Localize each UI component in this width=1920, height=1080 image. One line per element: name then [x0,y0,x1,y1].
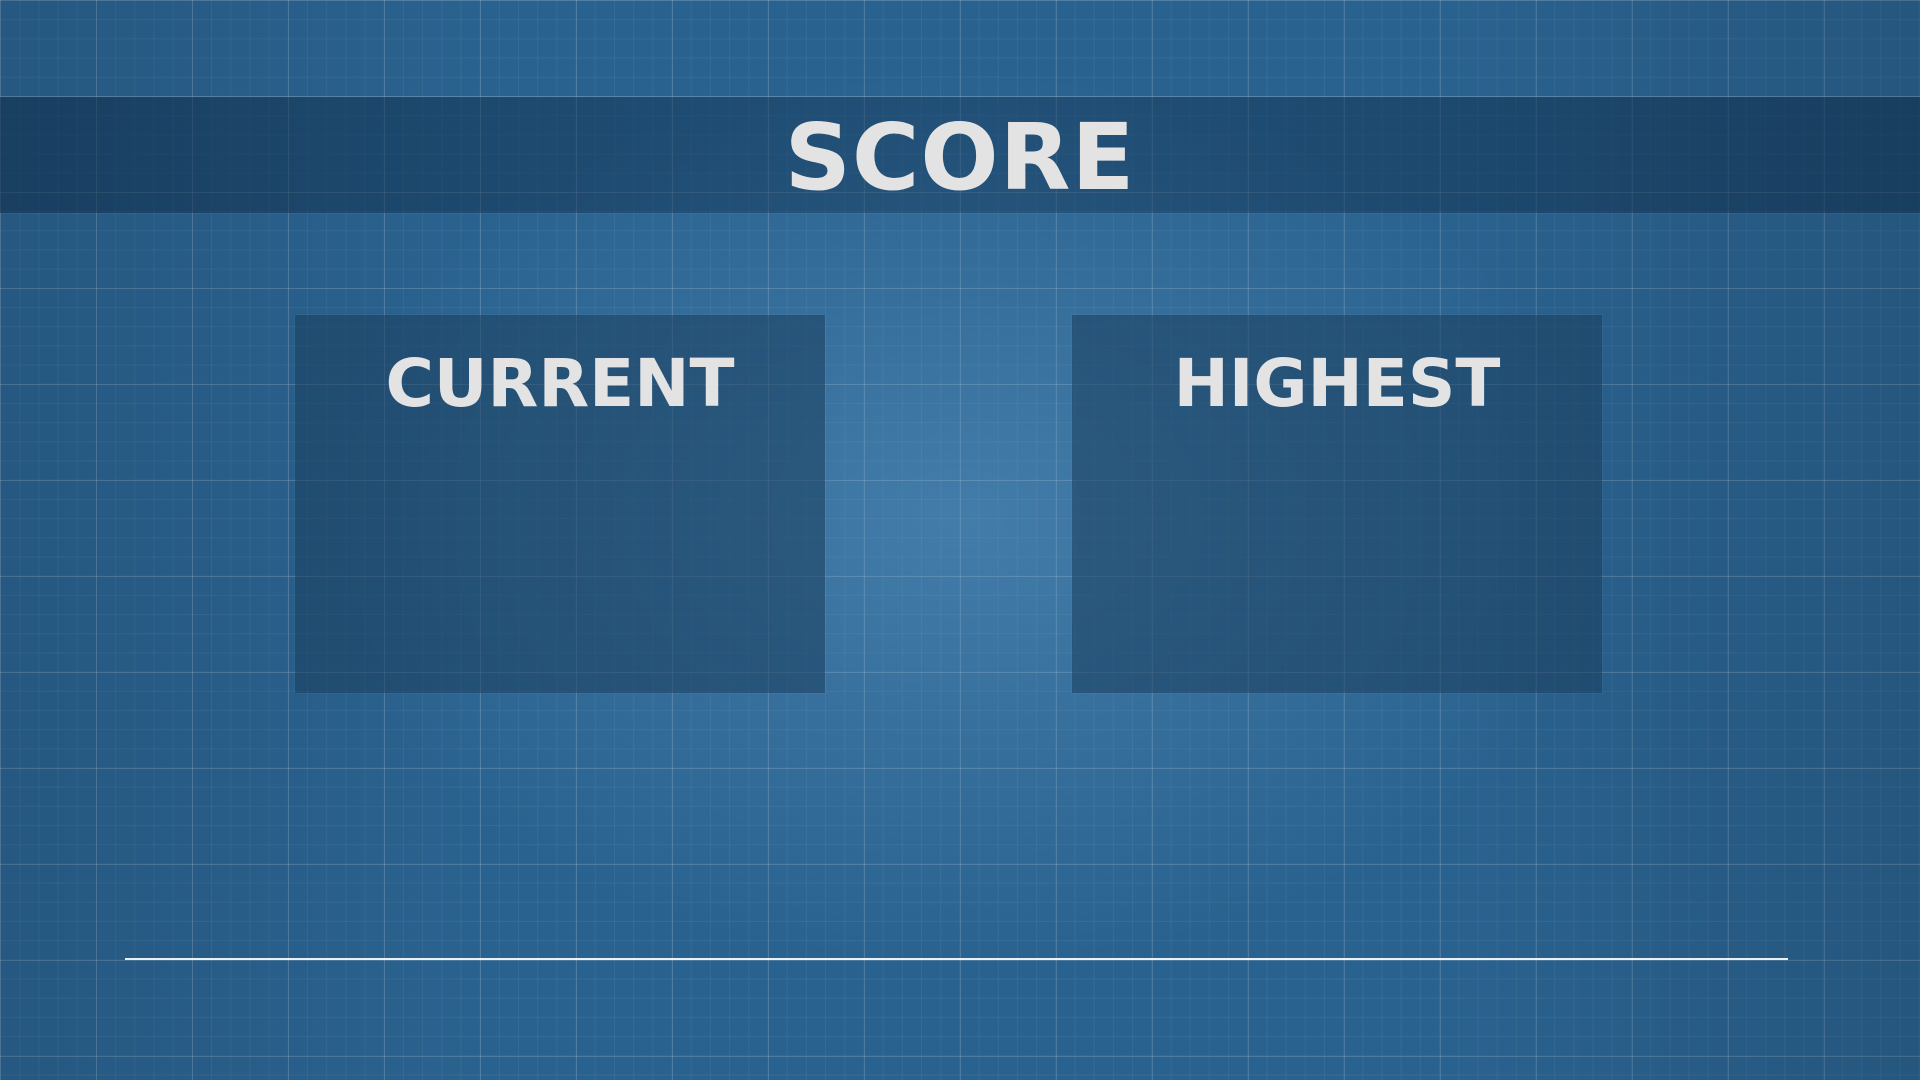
highest-score-panel: HIGHEST [1072,315,1602,693]
current-score-panel: CURRENT [295,315,825,693]
highest-score-label: HIGHEST [1173,345,1501,422]
page-title: SCORE [784,104,1136,211]
current-score-label: CURRENT [385,345,735,422]
divider-line [125,958,1788,960]
title-bar: SCORE [0,97,1920,213]
